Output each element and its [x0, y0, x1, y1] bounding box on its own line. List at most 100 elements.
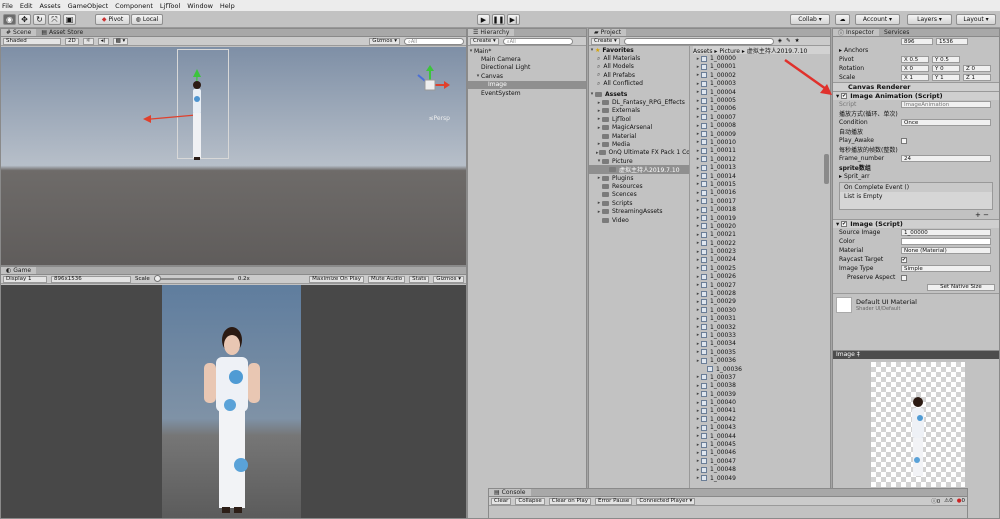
folder-item[interactable]: ▸ Externals — [589, 107, 689, 115]
layers-dropdown[interactable]: Layers ▾ — [907, 14, 952, 25]
file-item[interactable]: ▸ 1_00046 — [693, 449, 830, 457]
file-item[interactable]: ▸ 1_00039 — [693, 390, 830, 398]
file-item[interactable]: ▸ 1_00022 — [693, 239, 830, 247]
folder-item[interactable]: Material — [589, 132, 689, 140]
play-button[interactable]: ▶ — [477, 14, 490, 25]
file-item[interactable]: ▸ 1_00019 — [693, 214, 830, 222]
rotate-tool-button[interactable]: ↻ — [33, 14, 46, 25]
tab-services[interactable]: Services — [879, 29, 914, 36]
console-clear-on-play-toggle[interactable]: Clear on Play — [548, 497, 591, 505]
material-field[interactable]: None (Material) — [901, 247, 991, 254]
folder-item[interactable]: ▸ MagicArsenal — [589, 124, 689, 132]
info-count-icon[interactable]: ⓘ0 — [931, 497, 940, 505]
folder-item[interactable]: ▸ Media — [589, 140, 689, 148]
audio-toggle[interactable]: ◂) — [97, 37, 109, 45]
pivot-toggle[interactable]: ◆ Pivot — [95, 14, 130, 25]
file-item[interactable]: ▸ 1_00031 — [693, 315, 830, 323]
error-count-icon[interactable]: ●0 — [957, 498, 965, 504]
hierarchy-item[interactable]: Directional Light — [468, 64, 586, 72]
scale-y-field[interactable]: Y 1 — [932, 74, 960, 81]
file-item[interactable]: ▸ 1_00018 — [693, 205, 830, 213]
file-item[interactable]: ▸ 1_00015 — [693, 180, 830, 188]
file-item[interactable]: ▸ 1_00035 — [693, 348, 830, 356]
preserve-aspect-checkbox[interactable] — [901, 274, 907, 281]
account-dropdown[interactable]: Account ▾ — [855, 14, 900, 25]
folder-item[interactable]: ▾ Picture — [589, 157, 689, 165]
hierarchy-item[interactable]: EventSystem — [468, 89, 586, 97]
project-search-input[interactable] — [623, 37, 774, 45]
warning-count-icon[interactable]: ⚠0 — [944, 498, 952, 504]
file-item[interactable]: ▸ 1_00026 — [693, 273, 830, 281]
file-item[interactable]: ▸ 1_00041 — [693, 407, 830, 415]
shading-dropdown[interactable]: Shaded — [3, 37, 61, 45]
height-field[interactable]: 1536 — [936, 38, 968, 45]
layout-dropdown[interactable]: Layout ▾ — [956, 14, 996, 25]
file-item[interactable]: ▸ 1_00012 — [693, 155, 830, 163]
scene-viewport[interactable]: ≤Persp — [1, 47, 466, 265]
file-item[interactable]: ▸ 1_00006 — [693, 105, 830, 113]
minus-icon[interactable]: − — [983, 211, 989, 219]
sprit-arr-row[interactable]: ▸ Sprit_arr — [833, 172, 999, 181]
image-animation-header[interactable]: ▾ ✔ Image Animation (Script) — [833, 91, 999, 100]
play-awake-checkbox[interactable] — [901, 137, 907, 144]
folder-item[interactable]: 虚拟主持人2019.7.10 — [589, 165, 689, 174]
file-item[interactable]: ▸ 1_00024 — [693, 256, 830, 264]
game-gizmos-dropdown[interactable]: Gizmos ▾ — [433, 275, 464, 283]
raycast-checkbox[interactable]: ✔ — [901, 256, 907, 263]
local-toggle[interactable]: ◍ Local — [131, 14, 163, 25]
tab-asset-store[interactable]: ▤ Asset Store — [36, 29, 88, 36]
rect-tool-button[interactable]: ▣ — [63, 14, 76, 25]
file-item[interactable]: ▸ 1_00034 — [693, 340, 830, 348]
file-item[interactable]: ▸ 1_00045 — [693, 440, 830, 448]
tab-game[interactable]: ◐ Game — [1, 267, 37, 274]
scene-orientation-gizmo[interactable] — [410, 65, 450, 105]
file-item[interactable]: ▸ 1_00009 — [693, 130, 830, 138]
pivot-y-field[interactable]: Y 0.5 — [932, 56, 960, 63]
file-item[interactable]: ▸ 1_00025 — [693, 264, 830, 272]
rot-x-field[interactable]: X 0 — [901, 65, 929, 72]
folder-item[interactable]: ▸ DL_Fantasy_RPG_Effects — [589, 98, 689, 106]
tab-console[interactable]: ▤ Console — [489, 489, 531, 496]
file-item[interactable]: ▸ 1_00013 — [693, 163, 830, 171]
folder-item[interactable]: Resources — [589, 182, 689, 190]
folder-item[interactable]: ▸ Scripts — [589, 199, 689, 207]
file-item[interactable]: ▸ 1_00008 — [693, 122, 830, 130]
file-item[interactable]: ▸ 1_00007 — [693, 113, 830, 121]
file-item[interactable]: ▸ 1_00048 — [693, 466, 830, 474]
favorite-item[interactable]: ⌕ All Conflicted — [589, 80, 689, 88]
2d-toggle[interactable]: 2D — [65, 37, 79, 45]
folder-item[interactable]: ▸ OnQ Ultimate FX Pack 1 Co — [589, 149, 689, 157]
width-field[interactable]: 896 — [901, 38, 933, 45]
menu-item-window[interactable]: Window — [187, 2, 213, 10]
favorite-item[interactable]: ⌕ All Materials — [589, 54, 689, 63]
scene-gizmos-dropdown[interactable]: Gizmos ▾ — [369, 37, 400, 45]
scale-z-field[interactable]: Z 1 — [963, 74, 991, 81]
file-item[interactable]: ▸ 1_00038 — [693, 382, 830, 390]
enable-checkbox[interactable]: ✔ — [841, 93, 848, 99]
effects-dropdown[interactable]: ▩ ▾ — [112, 37, 129, 45]
file-item[interactable]: ▸ 1_00042 — [693, 415, 830, 423]
menu-item-ljftool[interactable]: LjfTool — [160, 2, 180, 10]
game-viewport[interactable] — [1, 285, 466, 518]
file-item[interactable]: ▸ 1_00037 — [693, 373, 830, 381]
file-item[interactable]: ▸ 1_00033 — [693, 331, 830, 339]
file-item[interactable]: ▸ 1_00047 — [693, 457, 830, 465]
scale-slider[interactable] — [153, 275, 234, 282]
file-item[interactable]: ▸ 1_00044 — [693, 432, 830, 440]
file-item[interactable]: ▸ 1_00029 — [693, 298, 830, 306]
resolution-dropdown[interactable]: 896x1536 — [51, 275, 131, 283]
color-field[interactable] — [901, 238, 991, 245]
tab-hierarchy[interactable]: ☰ Hierarchy — [468, 29, 515, 36]
favorite-item[interactable]: ⌕ All Prefabs — [589, 71, 689, 79]
star-icon[interactable]: ★ — [795, 38, 800, 44]
maximize-toggle[interactable]: Maximize On Play — [309, 275, 365, 283]
source-image-field[interactable]: 1_00000 — [901, 229, 991, 236]
hierarchy-item[interactable]: ▾ Main* — [468, 47, 586, 55]
menu-item-file[interactable]: File — [2, 2, 13, 10]
plus-icon[interactable]: + — [975, 211, 983, 219]
file-item[interactable]: ▸ 1_00023 — [693, 247, 830, 255]
hierarchy-search-input[interactable]: ⌕All — [502, 37, 573, 45]
folder-item[interactable]: ▸ LjfTool — [589, 115, 689, 123]
anchors-row[interactable]: ▸ Anchors — [833, 46, 999, 55]
menu-item-help[interactable]: Help — [220, 2, 235, 10]
